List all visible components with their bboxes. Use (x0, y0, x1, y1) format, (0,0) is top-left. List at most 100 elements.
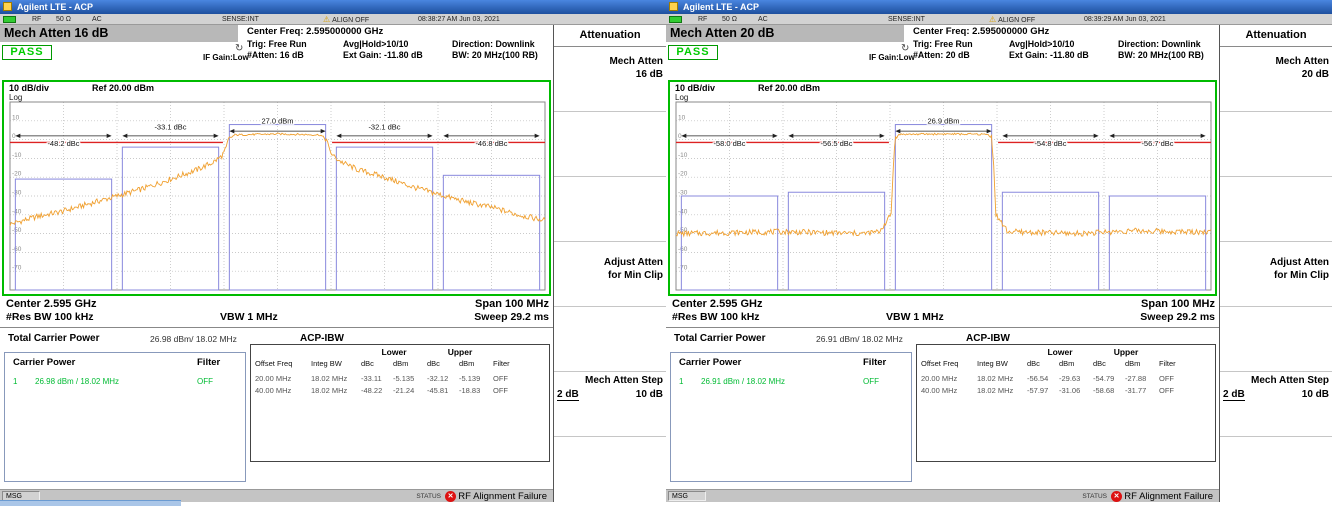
acp-ibw-title: ACP-IBW (966, 333, 1010, 344)
offset-table-cell: -29.63 (1059, 373, 1093, 385)
input-indicator-led (3, 16, 16, 23)
offset-table-cell: -31.06 (1059, 385, 1093, 397)
trigger-setting: Trig: Free Run (913, 39, 973, 49)
status-footer: MSG STATUS ✕ RF Alignment Failure (666, 489, 1219, 502)
impedance-label: 50 Ω (56, 15, 71, 24)
svg-text:-70: -70 (12, 265, 22, 272)
align-warning: ⚠ALIGN OFF (323, 15, 369, 24)
svg-text:-56.7 dBc: -56.7 dBc (1141, 139, 1173, 148)
align-off-label: ALIGN OFF (998, 17, 1035, 24)
msg-box: MSG (668, 491, 706, 501)
total-carrier-power-value: 26.91 dBm/ 18.02 MHz (816, 334, 903, 344)
analyzer-window: Agilent LTE - ACP RF 50 Ω AC SENSE:INT ⚠… (666, 0, 1332, 502)
col-upper-dbm: dBm (459, 358, 493, 370)
center-freq-readout: Center 2.595 GHz (672, 298, 762, 310)
upper-group-header: Upper (448, 347, 473, 357)
carrier-filter-value: OFF (197, 377, 213, 386)
menu-divider (1220, 306, 1332, 307)
offset-table-body: 20.00 MHz18.02 MHz-56.54-29.63-54.79-27.… (917, 373, 1215, 397)
rf-input-label: RF (32, 15, 41, 24)
span-readout: Span 100 MHz (1141, 298, 1215, 310)
offset-table-cell: -31.77 (1125, 385, 1159, 397)
free-run-trigger-icon: ↻ (901, 43, 909, 54)
col-filter: Filter (1159, 358, 1193, 370)
step-option-10db[interactable]: 10 dB (1302, 389, 1329, 400)
svg-text:-54.8 dBc: -54.8 dBc (1034, 139, 1066, 148)
window-titlebar[interactable]: Agilent LTE - ACP (0, 0, 666, 14)
menu-title: Attenuation (1220, 29, 1332, 41)
offset-table-cell: OFF (1159, 373, 1193, 385)
status-strip: RF 50 Ω AC SENSE:INT ⚠ALIGN OFF 08:38:27… (0, 14, 666, 25)
col-upper-dbc: dBc (427, 358, 459, 370)
upper-group-header: Upper (1114, 347, 1139, 357)
acp-ibw-title: ACP-IBW (300, 333, 344, 344)
softkey-mech-atten[interactable]: Mech Atten 16 dB (554, 47, 667, 111)
spectrum-chart: 100-10-20-30-40-50-60-70-48.2 dBc-33.1 d… (4, 82, 549, 294)
svg-text:-30: -30 (12, 190, 22, 197)
mech-atten-softkey-label: Mech Atten (1220, 55, 1332, 68)
step-option-2db[interactable]: 2 dB (557, 389, 579, 401)
direction-setting: Direction: Downlink (452, 39, 535, 49)
mech-atten-step-label: Mech Atten Step (1220, 374, 1332, 387)
carrier-power-table: Carrier Power Filter 1 26.91 dBm / 18.02… (670, 352, 912, 482)
menu-divider (1220, 111, 1332, 112)
menu-divider (554, 111, 666, 112)
adjust-atten-line1: Adjust Atten (1220, 256, 1332, 269)
col-upper-dbc: dBc (1093, 358, 1125, 370)
menu-divider (1220, 176, 1332, 177)
analyzer-window: Agilent LTE - ACP RF 50 Ω AC SENSE:INT ⚠… (0, 0, 666, 502)
col-integ-bw: Integ BW (311, 358, 361, 370)
lower-group-header: Lower (381, 347, 406, 357)
svg-text:26.9 dBm: 26.9 dBm (927, 117, 959, 126)
carrier-filter-value: OFF (863, 377, 879, 386)
col-lower-dbm: dBm (1059, 358, 1093, 370)
softkey-mech-atten-step[interactable]: Mech Atten Step 2 dB 10 dB (554, 372, 667, 436)
res-bw-readout: #Res BW 100 kHz (6, 311, 94, 323)
menu-title: Attenuation (554, 29, 666, 41)
softkey-adjust-atten-min-clip[interactable]: Adjust Atten for Min Clip (1220, 242, 1332, 306)
frequency-readout-row: Center 2.595 GHz Span 100 MHz (2, 298, 551, 311)
carrier-power-value: 26.98 dBm / 18.02 MHz (35, 377, 119, 386)
col-lower-dbc: dBc (361, 358, 393, 370)
direction-setting: Direction: Downlink (1118, 39, 1201, 49)
carrier-row: 1 26.91 dBm / 18.02 MHz OFF (671, 377, 911, 387)
carrier-power-header: Carrier Power (679, 357, 741, 368)
svg-text:-58.0 dBc: -58.0 dBc (713, 139, 745, 148)
step-option-2db[interactable]: 2 dB (1223, 389, 1245, 401)
bandwidth-readout-row: #Res BW 100 kHz VBW 1 MHz Sweep 29.2 ms (2, 311, 551, 324)
svg-text:0: 0 (678, 133, 682, 140)
coupling-label: AC (92, 15, 102, 24)
ref-level-label: Ref 20.00 dBm (758, 83, 820, 93)
carrier-filter-header: Filter (197, 357, 220, 368)
offset-table-cell: -18.83 (459, 385, 493, 397)
col-offset-freq: Offset Freq (255, 358, 311, 370)
adjust-atten-line2: for Min Clip (1220, 269, 1332, 282)
col-integ-bw: Integ BW (977, 358, 1027, 370)
offset-table-cell: -5.135 (393, 373, 427, 385)
window-title: Agilent LTE - ACP (17, 2, 93, 12)
trigger-setting: Trig: Free Run (247, 39, 307, 49)
app-icon (669, 2, 678, 11)
status-strip: RF 50 Ω AC SENSE:INT ⚠ALIGN OFF 08:39:29… (666, 14, 1332, 25)
offset-table-body: 20.00 MHz18.02 MHz-33.11-5.135-32.12-5.1… (251, 373, 549, 397)
results-section: Total Carrier Power 26.91 dBm/ 18.02 MHz… (666, 328, 1219, 489)
mech-atten-softkey-label: Mech Atten (554, 55, 667, 68)
step-option-10db[interactable]: 10 dB (636, 389, 663, 400)
svg-text:-10: -10 (678, 152, 688, 159)
rf-input-label: RF (698, 15, 707, 24)
log-scale-label: Log (9, 93, 22, 102)
svg-text:-50: -50 (12, 227, 22, 234)
window-titlebar[interactable]: Agilent LTE - ACP (666, 0, 1332, 14)
softkey-mech-atten-step[interactable]: Mech Atten Step 2 dB 10 dB (1220, 372, 1332, 436)
pass-badge: PASS (2, 45, 52, 60)
res-bw-readout: #Res BW 100 kHz (672, 311, 760, 323)
offset-table-cell: 40.00 MHz (255, 385, 311, 397)
softkey-mech-atten[interactable]: Mech Atten 20 dB (1220, 47, 1332, 111)
offset-table-cell: 20.00 MHz (921, 373, 977, 385)
softkey-adjust-atten-min-clip[interactable]: Adjust Atten for Min Clip (554, 242, 667, 306)
input-indicator-led (669, 16, 682, 23)
offset-table-cell: 20.00 MHz (255, 373, 311, 385)
warning-icon: ⚠ (323, 15, 330, 24)
lower-group-header: Lower (1047, 347, 1072, 357)
ref-level-label: Ref 20.00 dBm (92, 83, 154, 93)
